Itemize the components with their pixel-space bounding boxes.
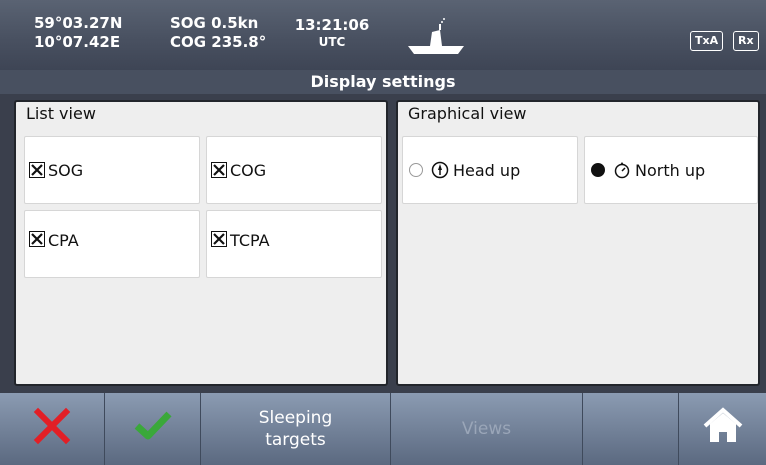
position-readout: 59°03.27N 10°07.42E <box>34 14 122 52</box>
home-icon <box>701 406 745 452</box>
sog-readout: SOG 0.5kn <box>170 14 259 32</box>
close-icon <box>32 406 72 452</box>
clock: 13:21:06 UTC <box>292 16 372 50</box>
longitude: 10°07.42E <box>34 33 121 51</box>
cog-readout: COG 235.8° <box>170 33 267 51</box>
head-up-label: Head up <box>453 160 521 180</box>
rx-badge: Rx <box>733 31 759 51</box>
sleeping-targets-line2: targets <box>265 430 326 450</box>
north-up-option[interactable]: North up <box>584 136 758 204</box>
radio-unselected-icon[interactable] <box>409 163 423 177</box>
ship-icon <box>406 16 466 60</box>
list-view-panel: List view SOG COG CPA TCPA <box>14 100 388 386</box>
clock-timezone: UTC <box>318 35 346 49</box>
north-up-label: North up <box>635 160 706 180</box>
compass-north-up-icon <box>613 161 631 179</box>
cancel-button[interactable] <box>0 393 105 465</box>
checkbox-checked-icon[interactable] <box>211 162 227 178</box>
check-icon <box>133 408 173 450</box>
checkbox-checked-icon[interactable] <box>211 231 227 247</box>
tcpa-checkbox-label: TCPA <box>230 231 270 250</box>
compass-head-up-icon <box>431 161 449 179</box>
cog-checkbox-cell[interactable]: COG <box>206 136 382 204</box>
views-button[interactable]: Views <box>391 393 583 465</box>
page-title: Display settings <box>0 70 766 94</box>
sog-checkbox-label: SOG <box>48 160 84 180</box>
checkbox-checked-icon[interactable] <box>29 231 45 247</box>
status-bar: 59°03.27N 10°07.42E SOG 0.5kn COG 235.8°… <box>0 0 766 70</box>
checkbox-checked-icon[interactable] <box>29 162 45 178</box>
sleeping-targets-line1: Sleeping <box>258 408 333 428</box>
tcpa-checkbox-cell[interactable]: TCPA <box>206 210 382 278</box>
nav-readout: SOG 0.5kn COG 235.8° <box>170 14 266 52</box>
graphical-view-panel: Graphical view Head up North up <box>396 100 760 386</box>
txa-badge: TxA <box>690 31 724 51</box>
head-up-option[interactable]: Head up <box>402 136 578 204</box>
cog-checkbox-label: COG <box>230 160 267 180</box>
radio-selected-icon[interactable] <box>591 163 605 177</box>
confirm-button[interactable] <box>105 393 201 465</box>
graphical-view-title: Graphical view <box>408 104 527 123</box>
home-button[interactable] <box>679 393 766 465</box>
cpa-checkbox-cell[interactable]: CPA <box>24 210 200 278</box>
latitude: 59°03.27N <box>34 14 123 32</box>
sog-checkbox-cell[interactable]: SOG <box>24 136 200 204</box>
sleeping-targets-button[interactable]: Sleeping targets <box>201 393 391 465</box>
list-view-title: List view <box>26 104 96 123</box>
clock-time: 13:21:06 <box>294 16 370 34</box>
empty-toolbar-button[interactable] <box>583 393 679 465</box>
bottom-toolbar: Sleeping targets Views <box>0 393 766 465</box>
cpa-checkbox-label: CPA <box>48 231 79 250</box>
